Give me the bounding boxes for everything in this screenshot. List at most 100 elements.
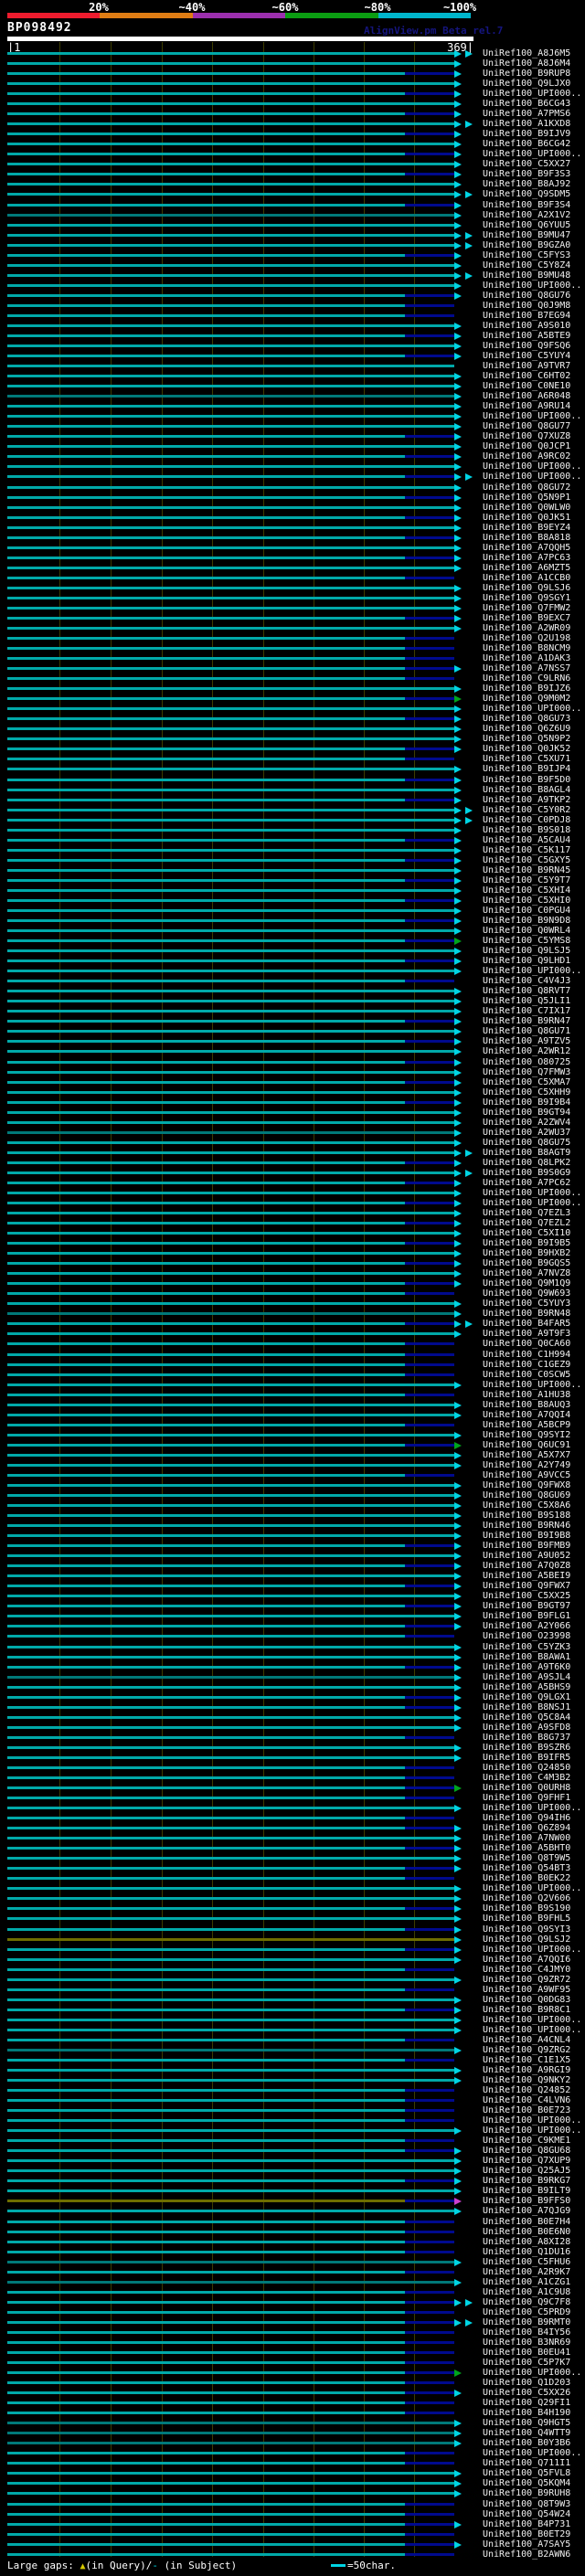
hit-row[interactable]: UniRef100_C5XX27 <box>0 159 585 169</box>
hit-label[interactable]: UniRef100_B0E723 <box>483 2105 570 2115</box>
hit-row[interactable]: UniRef100_Q711I1 <box>0 2458 585 2468</box>
hit-bar[interactable] <box>7 173 454 176</box>
hit-bar[interactable] <box>7 758 454 761</box>
hit-bar[interactable] <box>7 1222 454 1225</box>
hit-label[interactable]: UniRef100_B9MU47 <box>483 230 570 240</box>
hit-bar[interactable] <box>7 425 454 429</box>
hit-row[interactable]: UniRef100_A2WR09 <box>0 623 585 633</box>
hit-bar[interactable] <box>7 1554 454 1558</box>
hit-label[interactable]: UniRef100_UPI000.. <box>483 1380 581 1390</box>
hit-bar[interactable] <box>7 1504 454 1508</box>
hit-label[interactable]: UniRef100_A7QJG9 <box>483 2206 570 2216</box>
hit-label[interactable]: UniRef100_Q9M1Q9 <box>483 1278 570 1288</box>
hit-bar[interactable] <box>7 1725 454 1729</box>
hit-bar[interactable] <box>7 525 454 529</box>
hit-row[interactable]: UniRef100_Q6Z894 <box>0 1823 585 1833</box>
hit-row[interactable]: UniRef100_A7NW00 <box>0 1833 585 1843</box>
hit-bar[interactable] <box>7 1423 454 1426</box>
hit-row[interactable]: UniRef100_A1HU38 <box>0 1390 585 1400</box>
hit-row[interactable]: UniRef100_A9TKP2 <box>0 795 585 805</box>
hit-bar[interactable] <box>7 1171 454 1174</box>
hit-bar[interactable] <box>7 1595 454 1598</box>
hit-label[interactable]: UniRef100_Q8GU77 <box>483 421 570 431</box>
hit-row[interactable]: UniRef100_B9GT94 <box>0 1108 585 1118</box>
hit-row[interactable]: UniRef100_Q9SDM5 <box>0 189 585 199</box>
hit-label[interactable]: UniRef100_B9RUP8 <box>483 69 570 79</box>
hit-bar[interactable] <box>7 939 454 943</box>
hit-row[interactable]: UniRef100_A4CNL4 <box>0 2035 585 2045</box>
hit-row[interactable]: UniRef100_UPI000.. <box>0 1945 585 1955</box>
hit-label[interactable]: UniRef100_B9GZA0 <box>483 240 570 250</box>
hit-row[interactable]: UniRef100_A2X1V2 <box>0 210 585 220</box>
hit-label[interactable]: UniRef100_B8AWA1 <box>483 1652 570 1662</box>
hit-label[interactable]: UniRef100_A5BHT0 <box>483 1843 570 1853</box>
hit-row[interactable]: UniRef100_Q6UC91 <box>0 1440 585 1450</box>
hit-row[interactable]: UniRef100_Q6Z6U9 <box>0 724 585 734</box>
hit-label[interactable]: UniRef100_Q5FVL8 <box>483 2468 570 2478</box>
hit-bar[interactable] <box>7 1655 454 1659</box>
hit-label[interactable]: UniRef100_C5XHH9 <box>483 1087 570 1097</box>
hit-bar[interactable] <box>7 2401 454 2405</box>
hit-label[interactable]: UniRef100_UPI000.. <box>483 89 581 99</box>
hit-bar[interactable] <box>7 153 454 156</box>
hit-label[interactable]: UniRef100_Q0WRL4 <box>483 926 570 936</box>
hit-row[interactable]: UniRef100_C5PRD9 <box>0 2307 585 2317</box>
hit-label[interactable]: UniRef100_C5X8A6 <box>483 1500 570 1511</box>
hit-bar[interactable] <box>7 2028 454 2031</box>
hit-row[interactable]: UniRef100_Q9ZR72 <box>0 1975 585 1985</box>
hit-label[interactable]: UniRef100_C5Y8Z4 <box>483 260 570 270</box>
hit-bar[interactable] <box>7 1393 454 1396</box>
hit-bar[interactable] <box>7 1827 454 1830</box>
hit-bar[interactable] <box>7 1292 454 1296</box>
hit-bar[interactable] <box>7 313 454 317</box>
hit-bar[interactable] <box>7 2452 454 2455</box>
hit-label[interactable]: UniRef100_A1C9U8 <box>483 2287 570 2297</box>
hit-label[interactable]: UniRef100_C5FHU6 <box>483 2257 570 2267</box>
hit-bar[interactable] <box>7 1352 454 1356</box>
hit-bar[interactable] <box>7 485 454 489</box>
hit-label[interactable]: UniRef100_A7NSS7 <box>483 663 570 673</box>
hit-label[interactable]: UniRef100_B9F3S3 <box>483 169 570 179</box>
hit-label[interactable]: UniRef100_UPI000.. <box>483 472 581 482</box>
hit-row[interactable]: UniRef100_UPI000.. <box>0 1380 585 1390</box>
hit-label[interactable]: UniRef100_Q9LJX0 <box>483 79 570 89</box>
hit-label[interactable]: UniRef100_C5P7K7 <box>483 2358 570 2368</box>
hit-label[interactable]: UniRef100_C6HT02 <box>483 371 570 381</box>
hit-bar[interactable] <box>7 1201 454 1204</box>
hit-label[interactable]: UniRef100_Q1DU16 <box>483 2247 570 2257</box>
hit-bar[interactable] <box>7 747 454 751</box>
hit-row[interactable]: UniRef100_Q0CA60 <box>0 1339 585 1349</box>
hit-label[interactable]: UniRef100_Q0CA60 <box>483 1339 570 1349</box>
hit-label[interactable]: UniRef100_UPI000.. <box>483 2125 581 2136</box>
hit-bar[interactable] <box>7 1615 454 1618</box>
hit-row[interactable]: UniRef100_C5XHI0 <box>0 896 585 906</box>
hit-label[interactable]: UniRef100_Q9SGY1 <box>483 593 570 603</box>
hit-bar[interactable] <box>7 1967 454 1971</box>
hit-label[interactable]: UniRef100_A2WR12 <box>483 1046 570 1056</box>
hit-row[interactable]: UniRef100_B9GQS5 <box>0 1258 585 1268</box>
hit-bar[interactable] <box>7 2552 454 2556</box>
hit-label[interactable]: UniRef100_Q8GU76 <box>483 291 570 301</box>
hit-bar[interactable] <box>7 223 454 227</box>
hit-bar[interactable] <box>7 445 454 449</box>
hit-label[interactable]: UniRef100_Q4WTT9 <box>483 2428 570 2438</box>
hit-bar[interactable] <box>7 1574 454 1578</box>
hit-bar[interactable] <box>7 233 454 237</box>
hit-label[interactable]: UniRef100_A5BEI9 <box>483 1571 570 1581</box>
hit-row[interactable]: UniRef100_A5BHT0 <box>0 1843 585 1853</box>
hit-row[interactable]: UniRef100_A9T9F3 <box>0 1329 585 1339</box>
hit-bar[interactable] <box>7 1797 454 1800</box>
hit-row[interactable]: UniRef100_B9R8C1 <box>0 2005 585 2015</box>
hit-row[interactable]: UniRef100_B9RN45 <box>0 865 585 875</box>
hit-label[interactable]: UniRef100_B0EK22 <box>483 1873 570 1883</box>
hit-label[interactable]: UniRef100_Q7EZL3 <box>483 1208 570 1218</box>
hit-bar[interactable] <box>7 556 454 559</box>
hit-label[interactable]: UniRef100_B9RKG7 <box>483 2176 570 2186</box>
hit-row[interactable]: UniRef100_Q8GU71 <box>0 1026 585 1036</box>
hit-bar[interactable] <box>7 365 454 368</box>
hit-bar[interactable] <box>7 566 454 569</box>
hit-bar[interactable] <box>7 1252 454 1256</box>
hit-row[interactable]: UniRef100_B6CG43 <box>0 99 585 109</box>
hit-bar[interactable] <box>7 1191 454 1194</box>
hit-bar[interactable] <box>7 303 454 307</box>
